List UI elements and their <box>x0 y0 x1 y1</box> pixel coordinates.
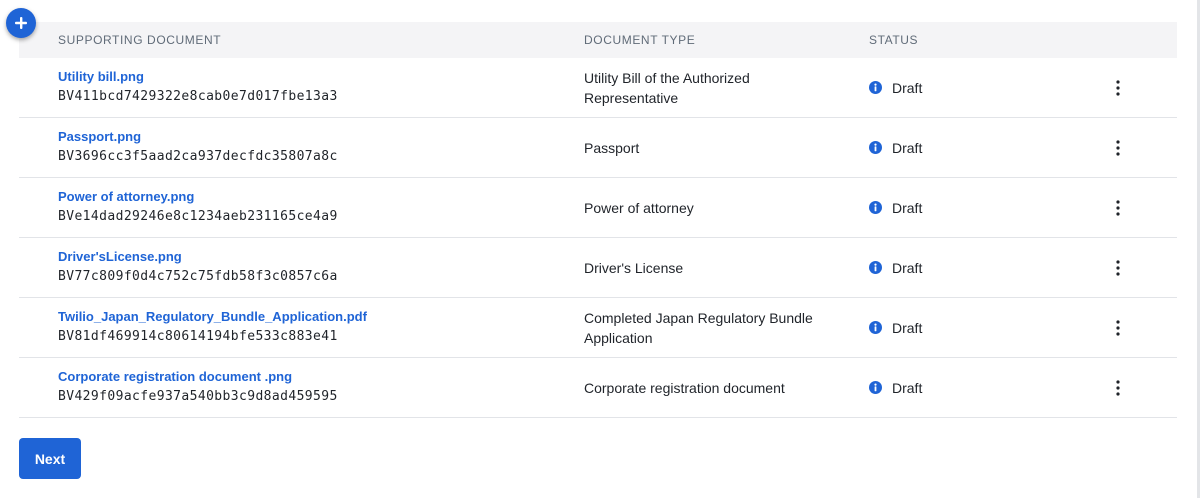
row-menu-button[interactable] <box>1107 358 1129 417</box>
more-vertical-icon <box>1116 379 1120 396</box>
document-file-link[interactable]: Passport.png <box>58 129 338 145</box>
next-button[interactable]: Next <box>19 438 81 479</box>
table-row: Twilio_Japan_Regulatory_Bundle_Applicati… <box>19 298 1177 358</box>
table-header: SUPPORTING DOCUMENT DOCUMENT TYPE STATUS <box>19 22 1177 58</box>
add-document-button[interactable] <box>6 8 36 38</box>
more-vertical-icon <box>1116 259 1120 276</box>
documents-table: SUPPORTING DOCUMENT DOCUMENT TYPE STATUS… <box>19 22 1177 418</box>
status-label: Draft <box>892 319 923 336</box>
document-cell: Driver'sLicense.png BV77c809f0d4c752c75f… <box>58 249 338 285</box>
more-vertical-icon <box>1116 139 1120 156</box>
plus-icon <box>15 17 27 29</box>
document-sid: BV81df469914c80614194bfe533c883e41 <box>58 329 338 344</box>
document-cell: Twilio_Japan_Regulatory_Bundle_Applicati… <box>58 309 367 345</box>
row-menu-button[interactable] <box>1107 58 1129 117</box>
row-menu-button[interactable] <box>1107 178 1129 237</box>
more-vertical-icon <box>1116 319 1120 336</box>
status-label: Draft <box>892 379 923 396</box>
info-icon <box>869 261 882 274</box>
document-file-link[interactable]: Twilio_Japan_Regulatory_Bundle_Applicati… <box>58 309 367 325</box>
document-file-link[interactable]: Power of attorney.png <box>58 189 338 205</box>
document-cell: Corporate registration document .png BV4… <box>58 369 338 405</box>
document-sid: BV429f09acfe937a540bb3c9d8ad459595 <box>58 389 338 404</box>
table-row: Power of attorney.png BVe14dad29246e8c12… <box>19 178 1177 238</box>
document-cell: Utility bill.png BV411bcd7429322e8cab0e7… <box>58 69 338 105</box>
document-sid: BV77c809f0d4c752c75fdb58f3c0857c6a <box>58 269 338 284</box>
info-icon <box>869 381 882 394</box>
document-type: Corporate registration document <box>584 379 785 396</box>
document-sid: BV3696cc3f5aad2ca937decfdc35807a8c <box>58 149 338 164</box>
more-vertical-icon <box>1116 79 1120 96</box>
document-type: Utility Bill of the Authorized Represent… <box>584 69 750 106</box>
status-cell: Draft <box>869 238 922 297</box>
status-label: Draft <box>892 259 923 276</box>
document-file-link[interactable]: Driver'sLicense.png <box>58 249 338 265</box>
status-label: Draft <box>892 79 923 96</box>
info-icon <box>869 141 882 154</box>
status-label: Draft <box>892 139 923 156</box>
document-file-link[interactable]: Corporate registration document .png <box>58 369 338 385</box>
document-cell: Passport.png BV3696cc3f5aad2ca937decfdc3… <box>58 129 338 165</box>
status-cell: Draft <box>869 178 922 237</box>
document-type: Passport <box>584 139 640 156</box>
row-menu-button[interactable] <box>1107 118 1129 177</box>
row-menu-button[interactable] <box>1107 298 1129 357</box>
document-sid: BV411bcd7429322e8cab0e7d017fbe13a3 <box>58 89 338 104</box>
status-label: Draft <box>892 199 923 216</box>
document-cell: Power of attorney.png BVe14dad29246e8c12… <box>58 189 338 225</box>
info-icon <box>869 81 882 94</box>
document-type: Completed Japan Regulatory Bundle Applic… <box>584 309 813 346</box>
status-cell: Draft <box>869 58 922 117</box>
table-row: Corporate registration document .png BV4… <box>19 358 1177 418</box>
header-document-type: DOCUMENT TYPE <box>584 33 696 47</box>
header-status: STATUS <box>869 33 919 47</box>
status-cell: Draft <box>869 358 922 417</box>
document-type: Power of attorney <box>584 199 694 216</box>
status-cell: Draft <box>869 118 922 177</box>
info-icon <box>869 321 882 334</box>
document-file-link[interactable]: Utility bill.png <box>58 69 338 85</box>
info-icon <box>869 201 882 214</box>
status-cell: Draft <box>869 298 922 357</box>
more-vertical-icon <box>1116 199 1120 216</box>
document-type: Driver's License <box>584 259 684 276</box>
header-supporting-document: SUPPORTING DOCUMENT <box>58 33 222 47</box>
row-menu-button[interactable] <box>1107 238 1129 297</box>
table-row: Utility bill.png BV411bcd7429322e8cab0e7… <box>19 58 1177 118</box>
table-row: Passport.png BV3696cc3f5aad2ca937decfdc3… <box>19 118 1177 178</box>
document-sid: BVe14dad29246e8c1234aeb231165ce4a9 <box>58 209 338 224</box>
table-row: Driver'sLicense.png BV77c809f0d4c752c75f… <box>19 238 1177 298</box>
